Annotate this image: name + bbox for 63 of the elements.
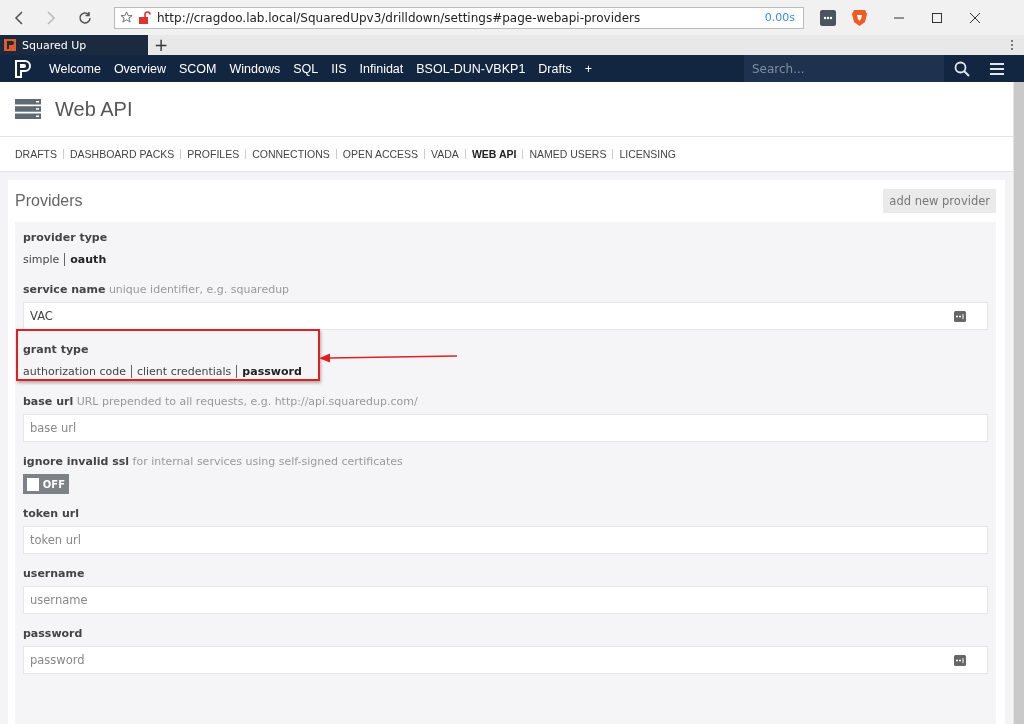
search-field[interactable]: Search... — [744, 55, 944, 82]
page-title: Web API — [55, 97, 133, 121]
nav-link[interactable]: Infinidat — [359, 61, 404, 76]
search-icon[interactable] — [954, 60, 970, 77]
lion-shield-icon[interactable] — [852, 9, 867, 26]
scrollbar[interactable] — [1013, 82, 1024, 724]
app-logo-icon — [4, 39, 16, 51]
lock-icon — [139, 11, 151, 24]
nav-link[interactable]: Welcome — [49, 61, 101, 76]
text-field[interactable]: token url — [23, 526, 988, 554]
settings-tab[interactable]: LICENSING — [619, 148, 677, 160]
field-label: base url URL prepended to all requests, e.g. http://api.squaredup.com/ — [23, 394, 418, 410]
field-label: password — [23, 626, 83, 642]
option-link[interactable]: authorization code — [23, 364, 126, 378]
text-field[interactable]: VAC — [23, 302, 988, 330]
settings-tab[interactable]: VADA — [431, 148, 459, 160]
add-provider-button[interactable]: add new provider — [883, 189, 996, 213]
field-label: service name unique identifier, e.g. squaredup — [23, 282, 290, 298]
back-icon[interactable] — [14, 10, 24, 25]
password-manager-icon[interactable] — [954, 655, 966, 666]
field-label: grant type — [23, 342, 89, 358]
text-field[interactable]: base url — [23, 414, 988, 442]
nav-link[interactable]: SQL — [293, 61, 319, 76]
maximize-icon[interactable] — [931, 11, 943, 24]
nav-link[interactable]: IIS — [331, 61, 347, 76]
extension-icon[interactable] — [820, 9, 836, 26]
url-text: http://cragdoo.lab.local/SquaredUpv3/drilldown/settings#page-webapi-providers — [157, 10, 642, 25]
option-link[interactable]: client credentials — [136, 364, 232, 378]
toggle-switch[interactable]: OFF — [23, 474, 69, 494]
field-label: ignore invalid ssl for internal services using self-signed certificates — [23, 454, 403, 470]
nav-link[interactable]: Windows — [229, 61, 281, 76]
app-logo-icon[interactable] — [15, 59, 31, 78]
close-icon[interactable] — [969, 11, 981, 24]
field-label: token url — [23, 506, 79, 522]
settings-tab[interactable]: WEB API — [471, 148, 517, 160]
settings-tab[interactable]: NAMED USERS — [529, 148, 607, 160]
option-link[interactable]: password — [242, 364, 302, 378]
menu-icon[interactable] — [990, 62, 1004, 75]
load-time: 0.00s — [764, 11, 795, 24]
browser-tab[interactable]: Squared Up — [0, 35, 148, 55]
field-label: provider type — [23, 230, 108, 246]
new-tab-button[interactable]: + — [154, 35, 169, 55]
settings-tab[interactable]: PROFILES — [187, 148, 240, 160]
settings-tab[interactable]: DRAFTS — [15, 148, 57, 160]
add-dashboard-button[interactable]: + — [584, 61, 592, 76]
settings-tab[interactable]: DASHBOARD PACKS — [70, 148, 175, 160]
star-icon[interactable] — [120, 11, 133, 24]
nav-link[interactable]: SCOM — [178, 61, 217, 76]
option-link[interactable]: oauth — [70, 252, 107, 266]
section-title: Providers — [15, 192, 83, 210]
password-manager-icon[interactable] — [954, 311, 966, 322]
nav-link[interactable]: BSOL-DUN-VBKP1 — [416, 61, 526, 76]
address-bar[interactable]: http://cragdoo.lab.local/SquaredUpv3/drilldown/settings#page-webapi-providers 0.00s — [114, 6, 804, 29]
text-field[interactable]: username — [23, 586, 988, 614]
server-stack-icon — [15, 99, 41, 119]
field-label: username — [23, 566, 85, 582]
nav-link[interactable]: Overview — [113, 61, 166, 76]
text-field[interactable]: password — [23, 646, 988, 674]
nav-link[interactable]: Drafts — [538, 61, 572, 76]
settings-tab[interactable]: OPEN ACCESS — [342, 148, 419, 160]
reload-icon[interactable] — [78, 10, 92, 25]
option-link[interactable]: simple — [23, 252, 60, 266]
settings-tab[interactable]: CONNECTIONS — [252, 148, 330, 160]
